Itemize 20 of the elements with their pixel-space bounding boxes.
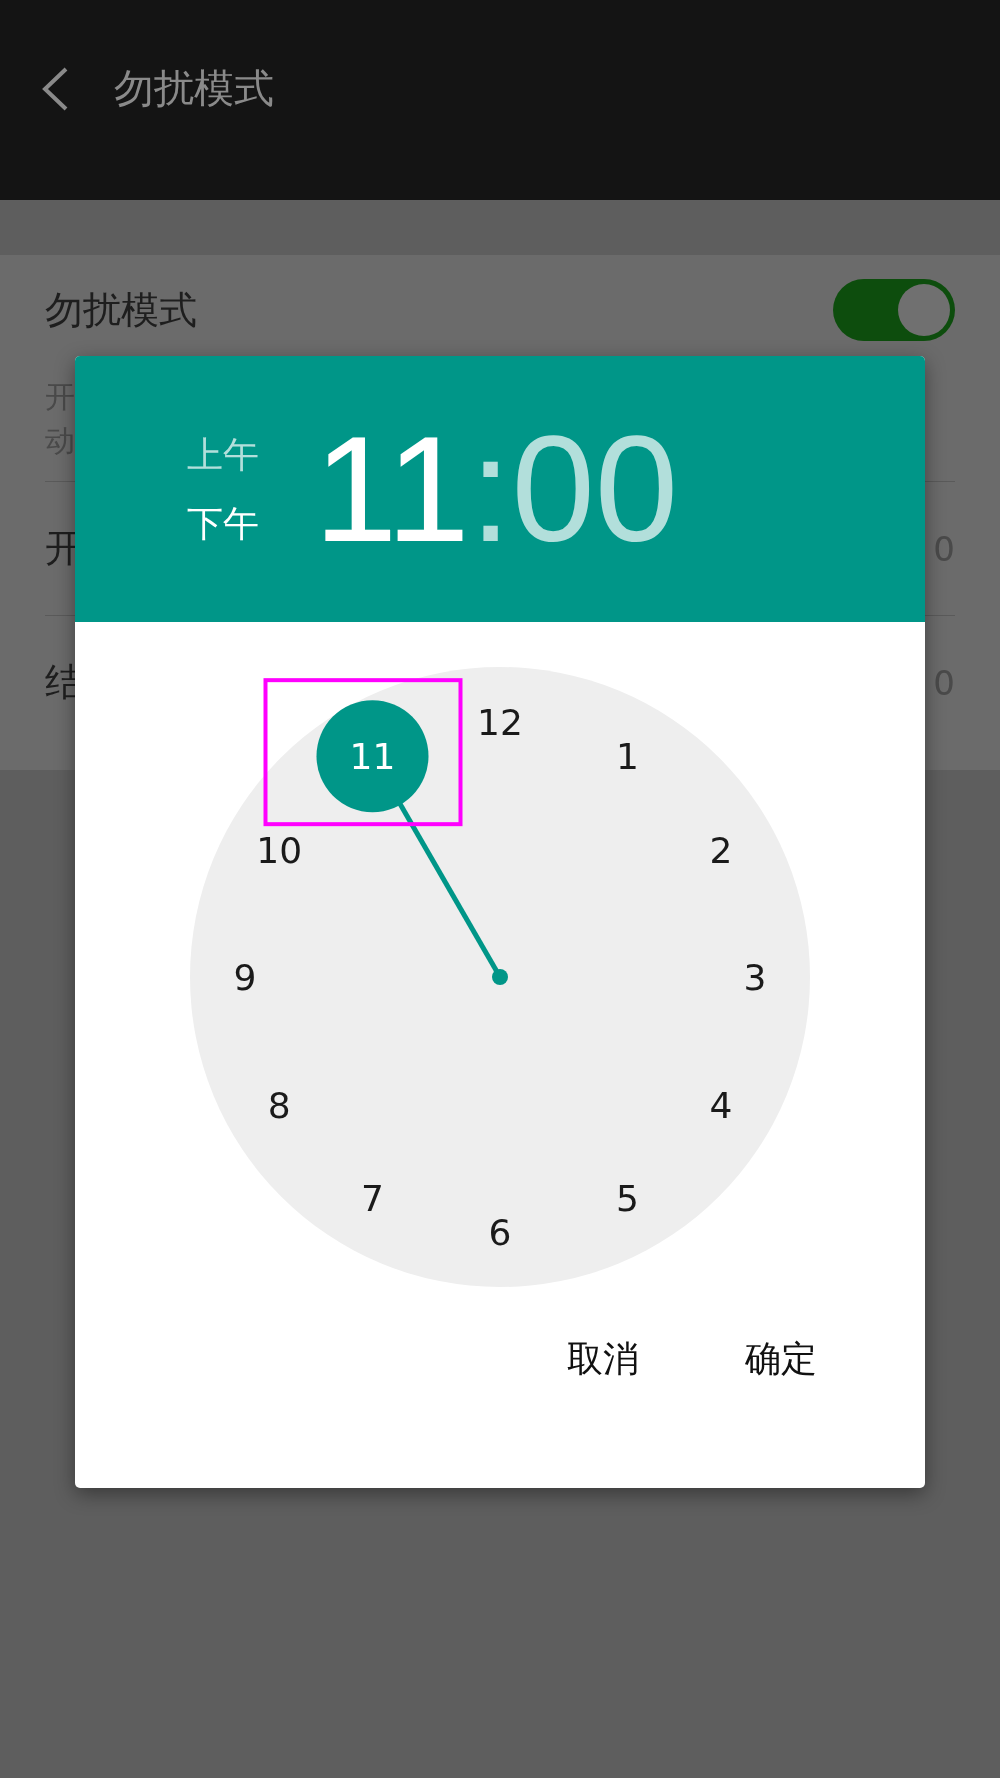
hour-number[interactable]: 7 — [361, 1177, 384, 1219]
hour-number[interactable]: 12 — [477, 702, 523, 743]
period-option[interactable]: 下午 — [187, 502, 259, 546]
hour-number[interactable]: 2 — [709, 829, 733, 871]
back-icon[interactable] — [40, 66, 70, 112]
hour-number[interactable]: 1 — [616, 736, 639, 778]
page-title: 勿扰模式 — [114, 64, 274, 113]
dialog-button[interactable]: 确定 — [727, 1325, 835, 1394]
hour-number[interactable]: 4 — [709, 1084, 733, 1126]
selected-hour-marker[interactable] — [316, 700, 429, 813]
setting-label: 勿扰模式 — [45, 286, 197, 334]
hour-number[interactable]: 3 — [743, 957, 767, 998]
hour-number[interactable]: 9 — [233, 957, 257, 998]
dialog-button[interactable]: 取消 — [549, 1325, 657, 1394]
hour-number[interactable]: 10 — [256, 829, 303, 871]
time-display[interactable]: 11 — [314, 414, 470, 564]
hour-number[interactable]: 6 — [488, 1212, 512, 1253]
hour-number[interactable]: 5 — [616, 1177, 639, 1219]
hour-number[interactable]: 11 — [349, 736, 396, 778]
hour-number[interactable]: 8 — [267, 1084, 291, 1126]
